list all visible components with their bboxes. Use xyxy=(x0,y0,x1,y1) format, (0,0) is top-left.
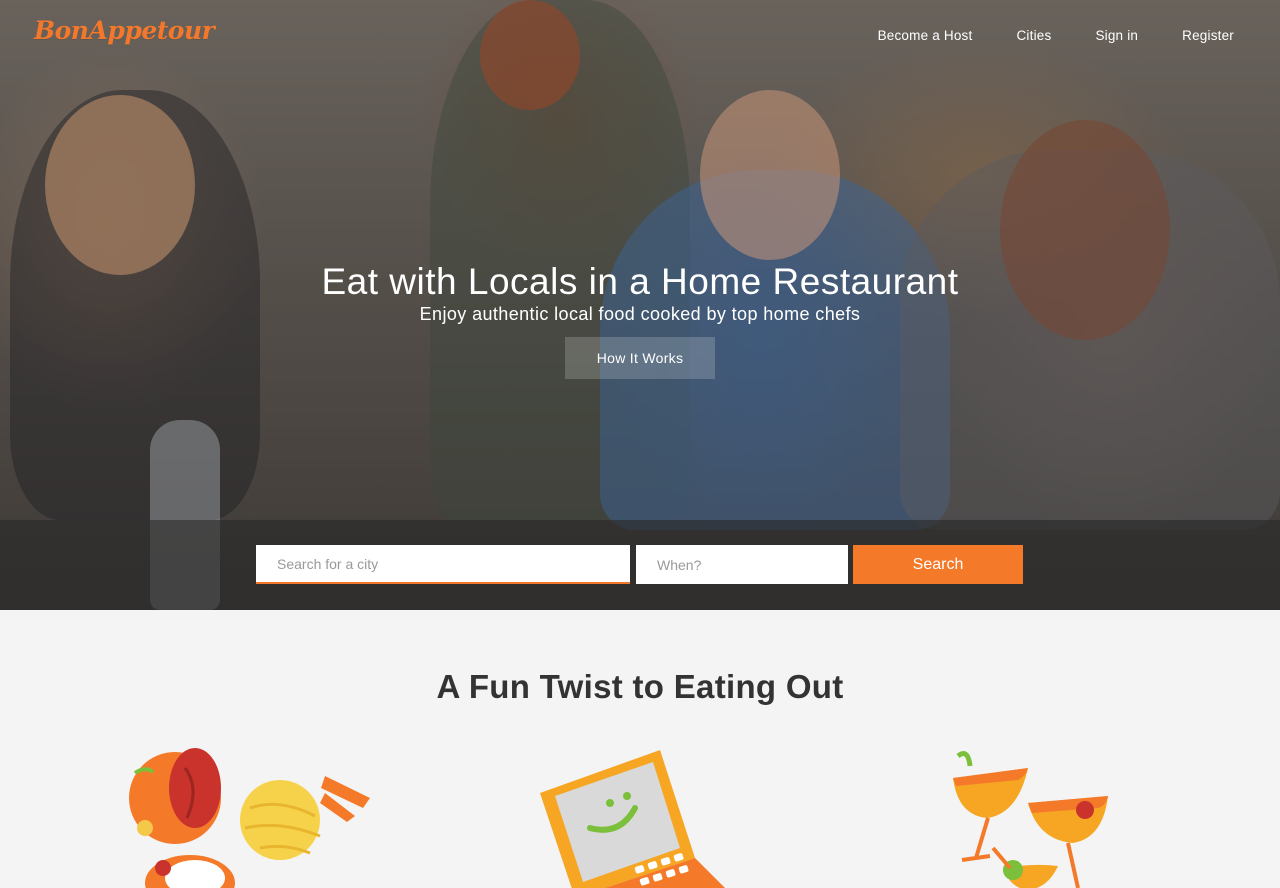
nav-cities[interactable]: Cities xyxy=(1016,28,1051,43)
how-it-works-button[interactable]: How It Works xyxy=(565,337,715,379)
section-title: A Fun Twist to Eating Out xyxy=(436,668,844,705)
cocktail-illustration-icon xyxy=(953,751,1108,888)
search-button[interactable]: Search xyxy=(853,545,1023,584)
features-section: A Fun Twist to Eating Out xyxy=(0,610,1280,888)
city-search-input[interactable] xyxy=(256,545,630,584)
brand-logo[interactable]: BonAppetour xyxy=(34,16,215,45)
food-illustration-icon xyxy=(129,748,370,888)
hero-banner: BonAppetour Become a Host Cities Sign in… xyxy=(0,0,1280,610)
top-nav: BonAppetour Become a Host Cities Sign in… xyxy=(0,0,1280,72)
hero-content: Eat with Locals in a Home Restaurant Enj… xyxy=(0,262,1280,379)
nav-sign-in[interactable]: Sign in xyxy=(1095,28,1138,43)
hero-photo-face xyxy=(700,90,840,260)
nav-register[interactable]: Register xyxy=(1182,28,1234,43)
hero-subtitle: Enjoy authentic local food cooked by top… xyxy=(419,304,861,324)
hero-title: Eat with Locals in a Home Restaurant xyxy=(321,261,959,302)
nav-links: Become a Host Cities Sign in Register xyxy=(878,28,1234,43)
search-bar: Search xyxy=(0,520,1280,610)
date-input[interactable] xyxy=(636,545,848,584)
hero-photo-face xyxy=(45,95,195,275)
laptop-illustration-icon xyxy=(540,750,725,888)
nav-become-a-host[interactable]: Become a Host xyxy=(878,28,973,43)
